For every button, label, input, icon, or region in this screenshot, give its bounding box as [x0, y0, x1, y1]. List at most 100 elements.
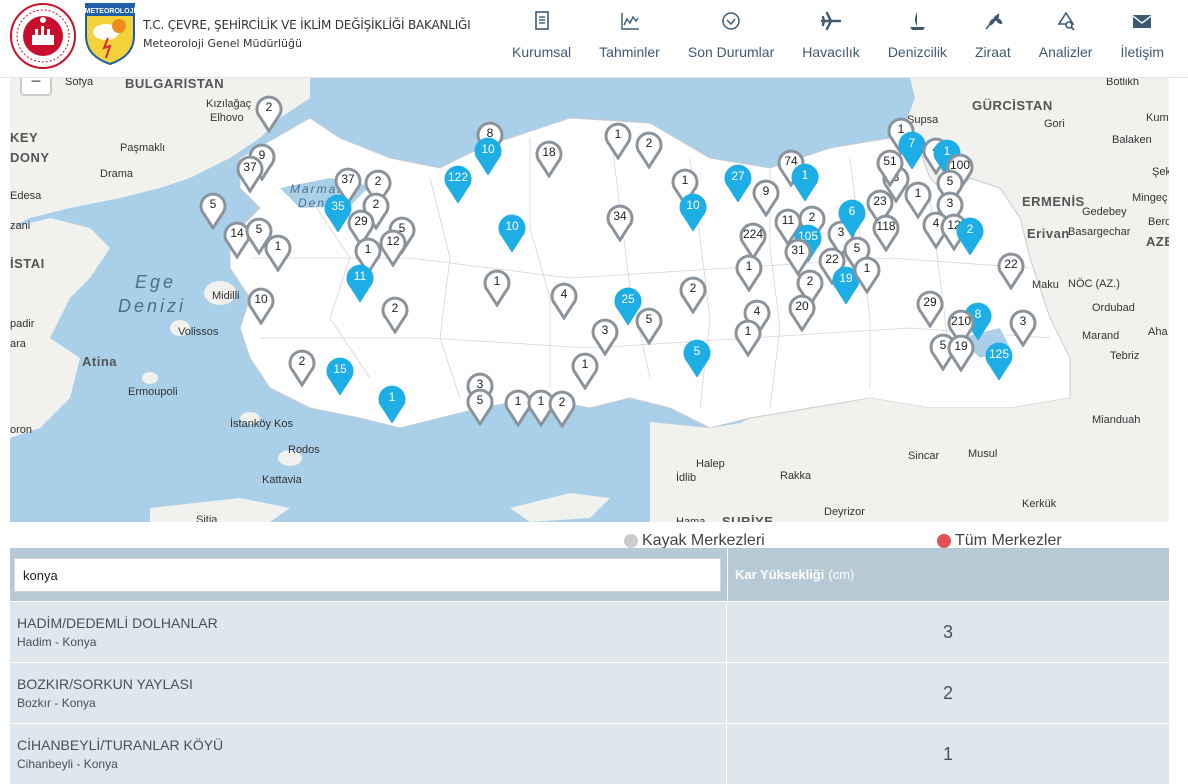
station-cluster-marker[interactable]: 2 — [287, 349, 317, 387]
meteoroloji-logo[interactable]: METEOROLOJİ — [84, 2, 136, 66]
station-cluster-marker[interactable]: 1 — [263, 234, 293, 272]
map-place-label: Tebriz — [1110, 350, 1140, 362]
ski-center-marker[interactable]: 5 — [682, 339, 712, 377]
station-cell: BOZKIR/SORKUN YAYLASI Bozkır - Konya — [10, 663, 727, 723]
snow-map[interactable]: − BULGARİSTAN Sofya Kızılağaç Elhovo Paşmakl… — [10, 78, 1169, 522]
nav-kurumsal[interactable]: Kurumsal — [498, 0, 585, 78]
ski-center-marker[interactable]: 11 — [345, 264, 375, 302]
station-cluster-marker[interactable]: 29 — [915, 290, 945, 328]
ski-center-marker[interactable]: 1 — [790, 163, 820, 201]
station-cluster-marker[interactable]: 2 — [254, 95, 284, 133]
map-place-label: Midilli — [212, 290, 240, 302]
ski-center-marker[interactable]: 10 — [473, 137, 503, 175]
marker-count: 37 — [341, 172, 355, 186]
ski-center-marker[interactable]: 15 — [325, 357, 355, 395]
ski-center-marker[interactable]: 1 — [377, 385, 407, 423]
station-cluster-marker[interactable]: 2 — [380, 296, 410, 334]
station-cluster-marker[interactable]: 1 — [570, 352, 600, 390]
marker-count: 37 — [243, 160, 257, 174]
map-place-label: İSTAI — [10, 256, 45, 271]
station-cluster-marker[interactable]: 1 — [603, 122, 633, 160]
marker-count: 15 — [333, 362, 347, 376]
marker-count: 2 — [966, 222, 974, 236]
station-cluster-marker[interactable]: 18 — [534, 140, 564, 178]
station-district: Bozkır — [17, 696, 52, 710]
marker-count: 2 — [808, 210, 816, 224]
table-row[interactable]: HADİM/DEDEMLİ DOLHANLAR Hadim - Konya 3 — [10, 601, 1169, 662]
station-province: Konya — [62, 635, 97, 649]
ski-center-marker[interactable]: 2 — [955, 217, 985, 255]
marker-count: 3 — [946, 196, 954, 210]
nav-label: İletişim — [1120, 44, 1164, 60]
map-place-label: Gedebey — [1082, 206, 1127, 218]
map-place-label: zani — [10, 220, 31, 232]
station-cluster-marker[interactable]: 20 — [787, 294, 817, 332]
map-place-label: Sitia — [196, 514, 218, 522]
nav-son-durumlar[interactable]: Son Durumlar — [674, 0, 788, 78]
ski-center-marker[interactable]: 6 — [837, 199, 867, 237]
ski-center-marker[interactable]: 125 — [984, 342, 1014, 380]
marker-count: 5 — [209, 197, 217, 211]
gray-dot-icon — [624, 534, 638, 548]
station-cluster-marker[interactable]: 5 — [634, 307, 664, 345]
station-cluster-marker[interactable]: 22 — [996, 252, 1026, 290]
nav-ziraat[interactable]: Ziraat — [961, 0, 1025, 78]
nav-label: Tahminler — [599, 44, 660, 60]
zoom-out-button[interactable]: − — [20, 78, 52, 96]
nav-tahminler[interactable]: Tahminler — [585, 0, 674, 78]
station-cluster-marker[interactable]: 2 — [634, 131, 664, 169]
marker-count: 10 — [686, 198, 700, 212]
column-header-snow-depth[interactable]: Kar Yüksekliği (cm) — [727, 548, 1169, 601]
marker-count: 2 — [374, 174, 382, 188]
marker-count: 5 — [476, 393, 484, 407]
nav-iletisim[interactable]: İletişim — [1106, 0, 1178, 78]
station-cluster-marker[interactable]: 1 — [482, 269, 512, 307]
map-place-label: oron — [10, 424, 33, 436]
station-name: HADİM/DEDEMLİ DOLHANLAR — [17, 615, 218, 631]
station-cluster-marker[interactable]: 1 — [852, 256, 882, 294]
ski-center-marker[interactable]: 10 — [678, 193, 708, 231]
map-place-label: NÖC (AZ.) — [1068, 278, 1120, 290]
station-cluster-marker[interactable]: 37 — [235, 155, 265, 193]
table-header: Kar Yüksekliği (cm) — [10, 548, 1169, 601]
table-row[interactable]: BOZKIR/SORKUN YAYLASI Bozkır - Konya 2 — [10, 662, 1169, 723]
marker-count: 27 — [731, 169, 745, 183]
station-cluster-marker[interactable]: 118 — [871, 214, 901, 252]
station-search-input[interactable] — [14, 558, 721, 592]
ski-center-marker[interactable]: 10 — [497, 214, 527, 252]
clock-icon — [722, 12, 740, 30]
station-cluster-marker[interactable]: 34 — [605, 204, 635, 242]
map-place-label: Rakka — [780, 470, 812, 482]
nav-havacilik[interactable]: Havacılık — [788, 0, 874, 78]
ski-center-marker[interactable]: 27 — [723, 164, 753, 202]
marker-count: 5 — [853, 241, 861, 255]
ministry-logo[interactable] — [10, 3, 76, 69]
nav-label: Analizler — [1038, 44, 1093, 60]
map-place-label: Erivan — [1027, 226, 1070, 241]
station-cluster-marker[interactable]: 1 — [733, 319, 763, 357]
station-cluster-marker[interactable]: 2 — [678, 276, 708, 314]
station-cluster-marker[interactable]: 1 — [734, 254, 764, 292]
marker-count: 1 — [863, 261, 871, 275]
station-cluster-marker[interactable]: 5 — [465, 388, 495, 426]
marker-count: 118 — [876, 219, 896, 233]
station-location: Hadim - Konya — [17, 635, 97, 649]
map-place-label: BULGARİSTAN — [125, 78, 225, 91]
nav-analizler[interactable]: Analizler — [1025, 0, 1107, 78]
table-row[interactable]: CİHANBEYLİ/TURANLAR KÖYÜ Cihanbeyli - Ko… — [10, 723, 1169, 784]
map-place-label: padir — [10, 318, 35, 330]
station-cluster-marker[interactable]: 19 — [946, 334, 976, 372]
snow-depth-value: 3 — [942, 621, 953, 642]
map-place-label: Drama — [100, 168, 134, 180]
nav-denizcilik[interactable]: Denizcilik — [874, 0, 961, 78]
document-icon — [534, 11, 549, 30]
map-place-label: GÜRCİSTAN — [972, 98, 1053, 113]
station-cluster-marker[interactable]: 3 — [590, 318, 620, 356]
ski-center-marker[interactable]: 122 — [443, 165, 473, 203]
station-cluster-marker[interactable]: 2 — [547, 390, 577, 428]
station-province: Konya — [83, 757, 118, 771]
marker-count: 10 — [505, 219, 519, 233]
station-cluster-marker[interactable]: 10 — [246, 287, 276, 325]
station-cluster-marker[interactable]: 4 — [549, 282, 579, 320]
map-place-label: Gori — [1044, 118, 1065, 130]
